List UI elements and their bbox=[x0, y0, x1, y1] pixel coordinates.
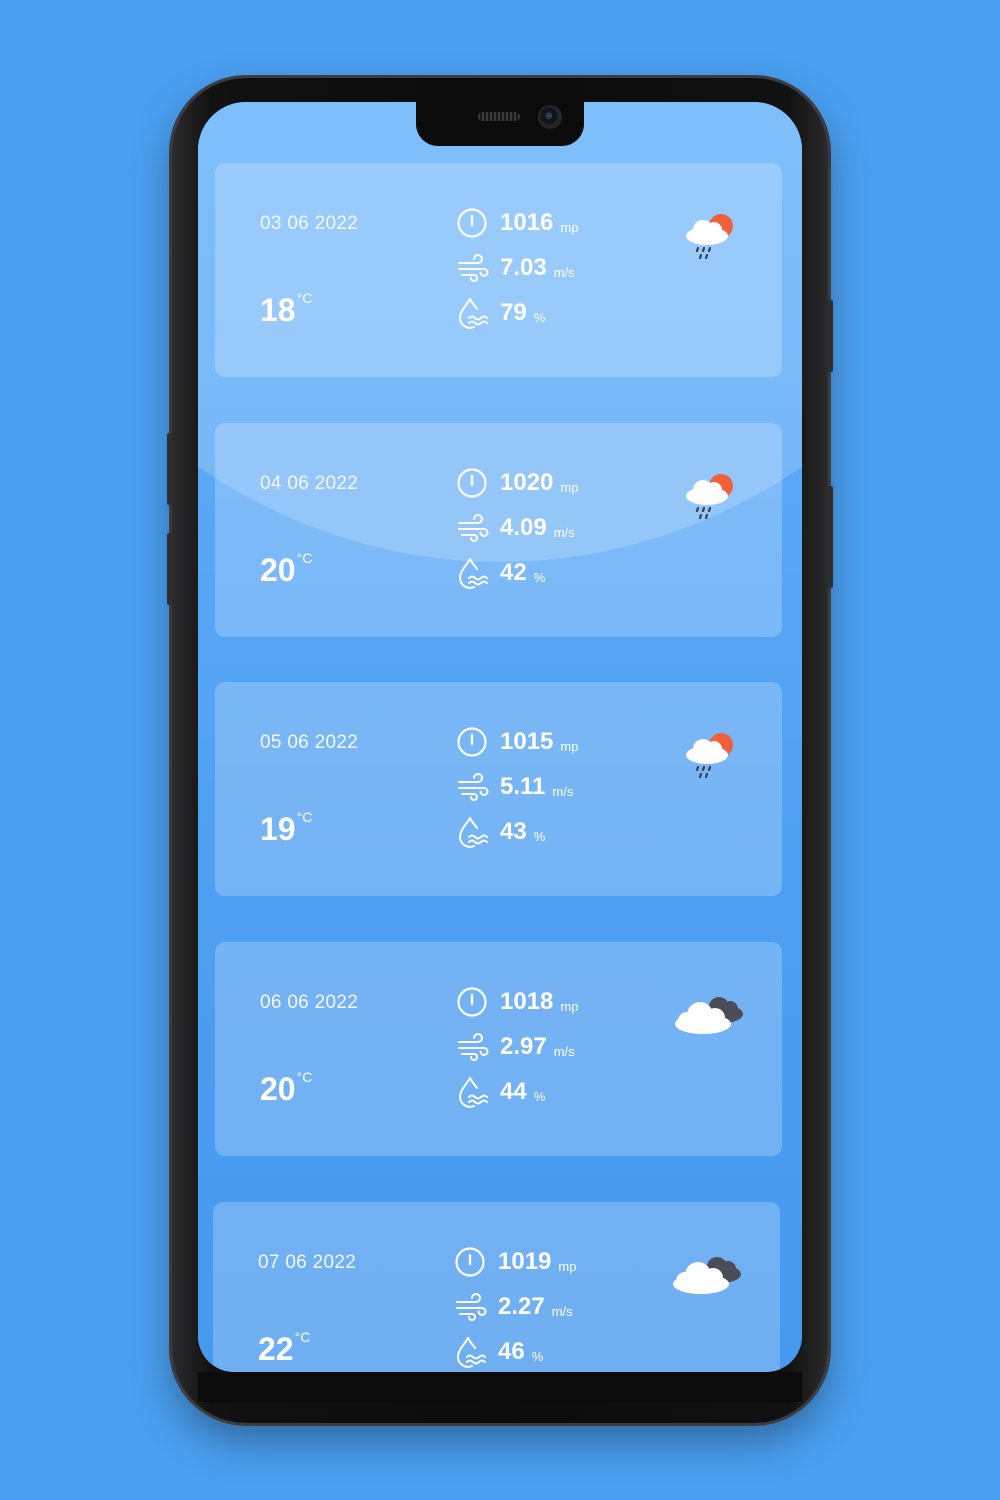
pressure-gauge-icon bbox=[457, 468, 487, 498]
forecast-card[interactable]: 07 06 2022 22°C 1019 mp 2.27 m/s 46% bbox=[213, 1202, 780, 1372]
forecast-temperature: 22°C bbox=[258, 1329, 311, 1367]
pressure-row: 1020 mp bbox=[456, 466, 578, 500]
forecast-temperature: 19°C bbox=[260, 809, 313, 847]
humidity-drop-icon bbox=[458, 558, 488, 589]
forecast-temperature: 20°C bbox=[260, 550, 313, 588]
earpiece-speaker bbox=[478, 112, 520, 121]
humidity-row: 46% bbox=[454, 1335, 543, 1369]
humidity-row: 42% bbox=[456, 556, 545, 590]
forecast-card[interactable]: 06 06 2022 20°C 1018 mp 2.97 m/s 44% bbox=[215, 942, 782, 1156]
power-button bbox=[828, 300, 833, 372]
pressure-gauge-icon bbox=[457, 987, 487, 1017]
forecast-card[interactable]: 04 06 2022 20°C 1020 mp 4.09 m/s 42% bbox=[215, 423, 782, 637]
forecast-card[interactable]: 05 06 2022 19°C 1015 mp 5.11 m/s 43% bbox=[215, 682, 782, 896]
wind-row: 7.03 m/s bbox=[456, 251, 575, 285]
cloud-sun-rain-icon bbox=[686, 214, 733, 260]
volume-button bbox=[167, 433, 172, 505]
wind-row: 2.27 m/s bbox=[454, 1290, 573, 1324]
wind-row: 5.11 m/s bbox=[456, 770, 573, 804]
forecast-date: 07 06 2022 bbox=[258, 1252, 357, 1273]
wind-icon bbox=[458, 254, 489, 282]
pressure-row: 1019 mp bbox=[454, 1245, 576, 1279]
forecast-date: 03 06 2022 bbox=[260, 213, 359, 234]
pressure-gauge-icon bbox=[457, 727, 487, 757]
broken-clouds-icon bbox=[675, 997, 743, 1034]
humidity-drop-icon bbox=[456, 1337, 486, 1368]
humidity-drop-icon bbox=[458, 298, 488, 329]
humidity-drop-icon bbox=[458, 1077, 488, 1108]
forecast-temperature: 20°C bbox=[260, 1069, 313, 1107]
pressure-row: 1016 mp bbox=[456, 206, 578, 240]
humidity-row: 79% bbox=[456, 296, 545, 330]
forecast-date: 04 06 2022 bbox=[260, 473, 359, 494]
broken-clouds-icon bbox=[673, 1257, 741, 1294]
bottom-bezel bbox=[198, 1372, 802, 1402]
forecast-date: 06 06 2022 bbox=[260, 992, 359, 1013]
wind-icon bbox=[458, 773, 489, 801]
pressure-row: 1015 mp bbox=[456, 725, 578, 759]
wind-row: 4.09 m/s bbox=[456, 511, 575, 545]
app-screen: 03 06 2022 18°C 1016 mp 7.03 m/s 79% 04 06… bbox=[198, 102, 802, 1372]
wind-icon bbox=[458, 514, 489, 542]
wind-icon bbox=[456, 1293, 487, 1321]
pressure-gauge-icon bbox=[457, 208, 487, 238]
humidity-drop-icon bbox=[458, 817, 488, 848]
forecast-temperature: 18°C bbox=[260, 290, 313, 328]
power-button bbox=[828, 486, 833, 588]
volume-button bbox=[167, 533, 172, 605]
humidity-row: 44% bbox=[456, 1075, 545, 1109]
cloud-sun-rain-icon bbox=[686, 474, 733, 520]
front-camera-icon bbox=[538, 105, 562, 129]
forecast-card[interactable]: 03 06 2022 18°C 1016 mp 7.03 m/s 79% bbox=[215, 163, 782, 377]
humidity-row: 43% bbox=[456, 815, 545, 849]
cloud-sun-rain-icon bbox=[686, 733, 733, 779]
pressure-gauge-icon bbox=[455, 1247, 485, 1277]
wind-row: 2.97 m/s bbox=[456, 1030, 575, 1064]
pressure-row: 1018 mp bbox=[456, 985, 578, 1019]
wind-icon bbox=[458, 1033, 489, 1061]
forecast-date: 05 06 2022 bbox=[260, 732, 359, 753]
